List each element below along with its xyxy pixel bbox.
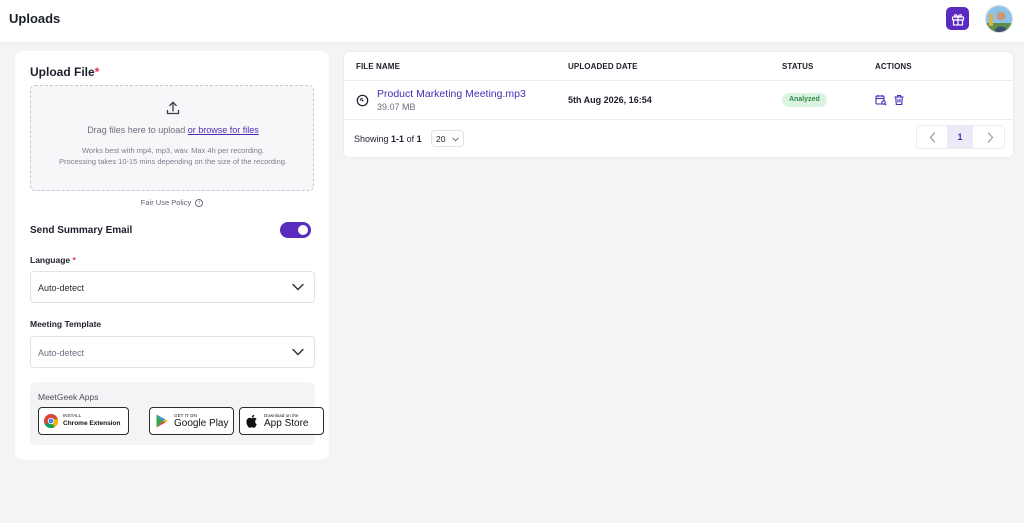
top-bar: Uploads bbox=[0, 0, 1024, 43]
send-summary-label: Send Summary Email bbox=[30, 225, 133, 236]
per-page-value: 20 bbox=[436, 134, 446, 144]
gift-button[interactable] bbox=[946, 7, 969, 30]
toggle-knob bbox=[298, 225, 308, 235]
dropzone-hint-line2: Processing takes 10-15 mins depending on… bbox=[58, 157, 288, 166]
fair-use-policy-link[interactable]: Fair Use Policy i bbox=[15, 198, 329, 207]
table-header: FILE NAME UPLOADED DATE STATUS ACTIONS bbox=[344, 52, 1013, 81]
gift-icon bbox=[951, 13, 964, 26]
google-play-badge[interactable]: GET IT ON Google Play bbox=[149, 407, 234, 435]
chrome-badge-big: Chrome Extension bbox=[63, 420, 121, 427]
uploaded-date: 5th Aug 2026, 16:54 bbox=[568, 95, 652, 105]
previous-page-button[interactable] bbox=[917, 126, 947, 148]
language-select[interactable]: Auto-detect bbox=[30, 271, 315, 303]
calendar-search-icon[interactable] bbox=[875, 94, 887, 106]
apple-icon bbox=[246, 414, 257, 428]
per-page-select[interactable]: 20 bbox=[431, 130, 464, 147]
showing-of: of bbox=[406, 134, 415, 144]
app-store-badge[interactable]: Download on the App Store bbox=[239, 407, 324, 435]
column-status: STATUS bbox=[782, 62, 814, 71]
language-value: Auto-detect bbox=[38, 283, 85, 293]
user-avatar[interactable] bbox=[985, 5, 1013, 33]
status-badge: Analyzed bbox=[782, 93, 827, 107]
page-title: Uploads bbox=[9, 11, 61, 26]
dropzone-hint-line1: Works best with mp4, mp3, wav. Max 4h pe… bbox=[81, 146, 265, 155]
pagination: 1 bbox=[916, 125, 1005, 149]
upload-title: Upload File* bbox=[30, 65, 99, 79]
showing-count: Showing 1-1 of 1 bbox=[354, 134, 422, 144]
upload-icon bbox=[166, 101, 180, 115]
language-required-mark: * bbox=[72, 255, 76, 265]
column-file-name: FILE NAME bbox=[356, 62, 401, 71]
chevron-right-icon bbox=[987, 131, 993, 143]
send-summary-toggle[interactable] bbox=[280, 222, 311, 238]
chevron-left-icon bbox=[929, 131, 935, 143]
table-footer: Showing 1-1 of 1 20 1 bbox=[344, 120, 1013, 158]
chevron-down-icon bbox=[292, 348, 304, 356]
upload-title-text: Upload File bbox=[30, 65, 95, 79]
drop-instruction: Drag files here to upload bbox=[87, 125, 186, 135]
column-uploaded-date: UPLOADED DATE bbox=[568, 62, 638, 71]
uploads-table-card: FILE NAME UPLOADED DATE STATUS ACTIONS P… bbox=[343, 51, 1014, 158]
file-size: 39.07 MB bbox=[377, 102, 416, 112]
template-label: Meeting Template bbox=[30, 319, 102, 329]
chevron-down-icon bbox=[292, 283, 304, 291]
required-mark: * bbox=[94, 65, 100, 79]
google-play-badge-big: Google Play bbox=[174, 418, 229, 429]
google-play-icon bbox=[156, 414, 168, 428]
next-page-button[interactable] bbox=[975, 126, 1005, 148]
chevron-down-icon bbox=[452, 137, 459, 142]
chrome-badge-small: INSTALL bbox=[63, 413, 82, 418]
audio-file-icon bbox=[356, 94, 369, 107]
dropzone-hint: Works best with mp4, mp3, wav. Max 4h pe… bbox=[51, 145, 295, 167]
browse-files-link[interactable]: or browse for files bbox=[188, 125, 259, 135]
trash-icon[interactable] bbox=[893, 94, 905, 106]
language-label: Language * bbox=[30, 255, 76, 265]
chrome-icon bbox=[44, 414, 59, 429]
apps-title: MeetGeek Apps bbox=[38, 392, 99, 402]
fair-use-label: Fair Use Policy bbox=[140, 198, 192, 207]
file-dropzone[interactable]: Drag files here to upload or browse for … bbox=[30, 85, 314, 191]
app-store-badge-big: App Store bbox=[264, 418, 309, 429]
table-row[interactable]: Product Marketing Meeting.mp3 39.07 MB 5… bbox=[344, 81, 1013, 120]
chrome-extension-badge[interactable]: INSTALL Chrome Extension bbox=[38, 407, 129, 435]
showing-range: 1-1 bbox=[391, 134, 405, 144]
info-icon: i bbox=[195, 198, 204, 207]
apps-section: MeetGeek Apps INSTALL Chrome Extension G… bbox=[30, 382, 324, 445]
template-value: Auto-detect bbox=[38, 348, 85, 358]
upload-panel: Upload File* Drag files here to upload o… bbox=[15, 51, 329, 460]
dropzone-text: Drag files here to upload or browse for … bbox=[31, 125, 315, 135]
showing-prefix: Showing bbox=[354, 134, 389, 144]
column-actions: ACTIONS bbox=[875, 62, 912, 71]
language-label-text: Language bbox=[30, 255, 71, 265]
page-1-button[interactable]: 1 bbox=[947, 126, 973, 148]
avatar-image bbox=[986, 6, 1012, 32]
file-name-link[interactable]: Product Marketing Meeting.mp3 bbox=[377, 88, 526, 100]
template-select[interactable]: Auto-detect bbox=[30, 336, 315, 368]
showing-total: 1 bbox=[416, 134, 422, 144]
